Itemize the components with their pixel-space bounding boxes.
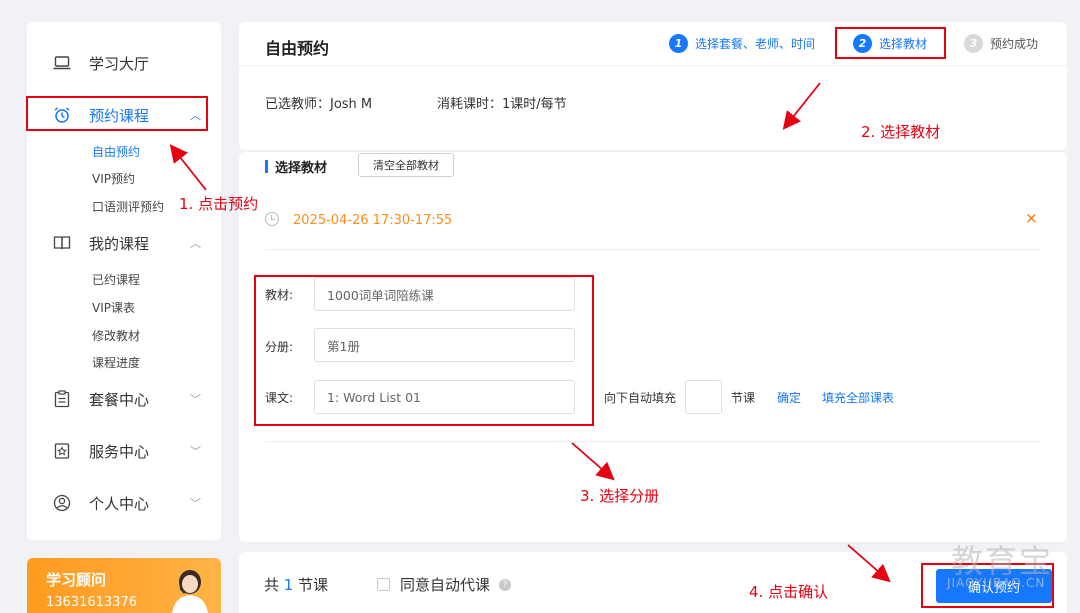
arrow-4-icon <box>847 544 891 583</box>
arrow-1-icon <box>169 144 207 191</box>
watermark-domain: JIAOYUBAO.CN <box>947 576 1046 590</box>
arrow-3-icon <box>571 442 615 481</box>
annotation-arrows <box>169 82 891 583</box>
arrow-2-icon <box>782 82 821 130</box>
watermark: 教育宝 JIAOYUBAO.CN <box>945 536 1080 613</box>
